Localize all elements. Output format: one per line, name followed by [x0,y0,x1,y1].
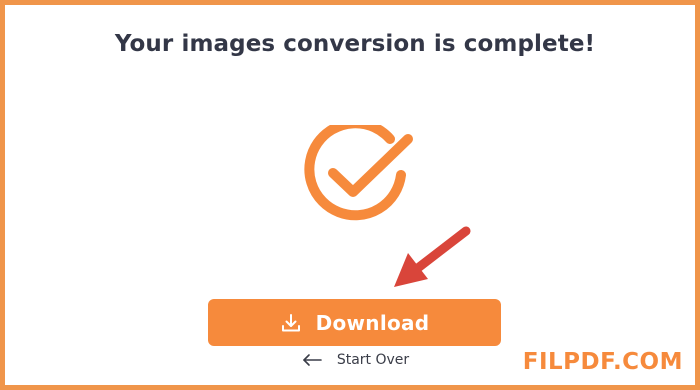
start-over-label: Start Over [336,352,410,368]
site-watermark: FILPDF.COM [522,349,683,375]
check-circle-icon [295,118,425,235]
arrow-left-icon [301,353,323,367]
download-button[interactable]: Download [208,299,501,346]
conversion-complete-panel: Your images conversion is complete! Down… [0,0,700,390]
page-title: Your images conversion is complete! [114,31,596,57]
red-arrow-icon [390,223,480,293]
download-icon [280,312,302,334]
download-button-label: Download [315,310,430,335]
